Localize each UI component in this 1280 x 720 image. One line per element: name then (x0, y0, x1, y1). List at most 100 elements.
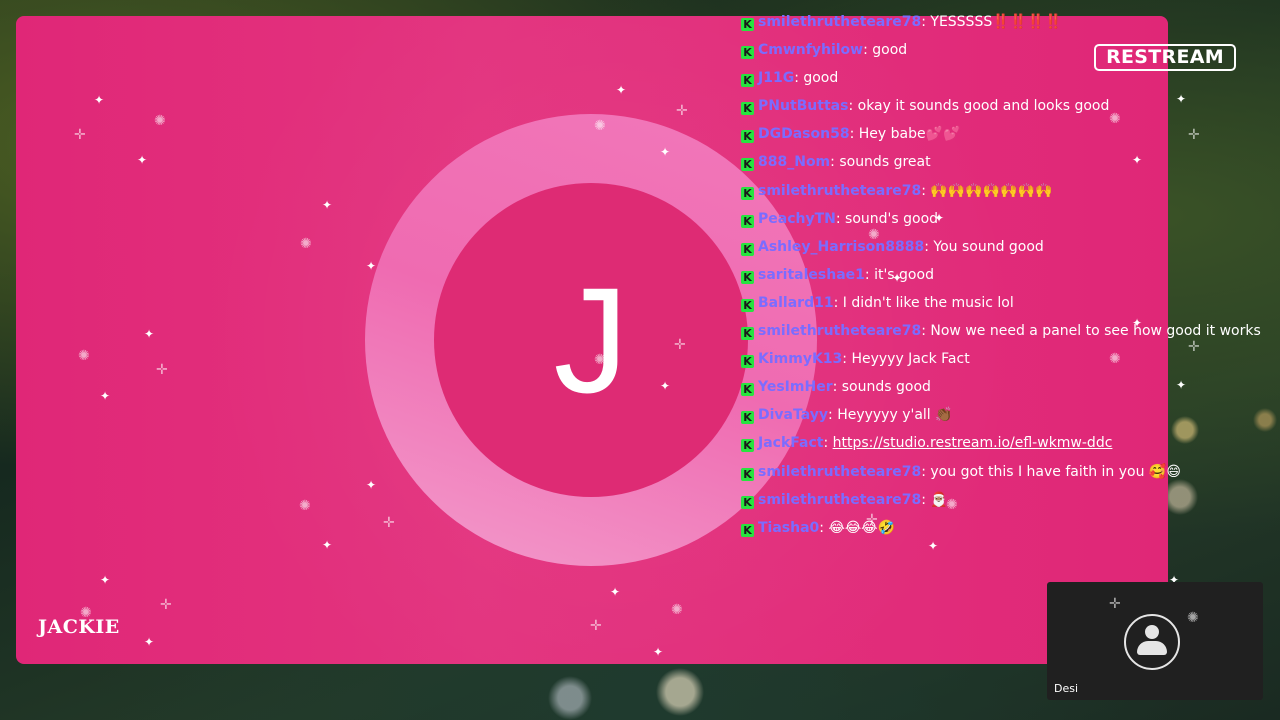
chat-username: saritaleshae1 (758, 266, 865, 283)
chat-username: Cmwnfyhilow (758, 42, 864, 59)
chat-message: Ksmilethrutheteare78: you got this I hav… (741, 458, 1271, 486)
chat-username: J11G (758, 70, 795, 87)
kick-icon: K (741, 242, 754, 256)
chat-message: K Ballard11: I didn't like the music lol (741, 289, 1271, 317)
user-avatar-icon (1124, 614, 1180, 670)
kick-icon: K (741, 186, 754, 200)
chat-username: smilethrutheteare78 (758, 323, 922, 340)
chat-message: K KimmyK13: Heyyyy Jack Fact (741, 345, 1271, 373)
sparkle-icon: ✦ (144, 635, 155, 649)
kick-icon: K (741, 214, 754, 228)
host-name-label: JACKIE (38, 616, 120, 638)
chat-message: K DGDason58: Hey babe💕💕 (741, 120, 1271, 148)
chat-message: K Tiasha0: 😂😂😂🤣 (741, 514, 1271, 542)
chat-text: good (872, 42, 908, 59)
chat-text: Heyyyy Jack Fact (851, 351, 970, 368)
chat-username: 888_Nom (758, 154, 831, 171)
chat-message: K DivaTayy: Heyyyyy y'all 👏🏾 (741, 401, 1271, 429)
guest-name-label: Desi (1054, 682, 1079, 695)
kick-icon: K (741, 130, 754, 144)
chat-username: Ballard11 (758, 294, 834, 311)
chat-text: Heyyyyy y'all 👏🏾 (837, 407, 953, 424)
kick-icon: K (741, 270, 754, 284)
sparkle-icon: ✦ (100, 573, 111, 587)
chat-message: Ksmilethrutheteare78: Now we need a pane… (741, 317, 1271, 345)
chat-text: Hey babe💕💕 (858, 126, 961, 143)
kick-icon: K (741, 495, 754, 509)
sparkle-icon: ✛ (74, 126, 86, 142)
sparkle-icon: ✺ (300, 235, 312, 251)
chat-text: 🙌🙌🙌🙌🙌🙌🙌 (930, 182, 1053, 199)
sparkle-icon: ✛ (156, 361, 168, 377)
chat-text: 😂😂😂🤣 (828, 519, 895, 536)
chat-text: good (803, 70, 839, 87)
sparkle-icon: ✦ (137, 153, 148, 167)
kick-icon: K (741, 355, 754, 369)
kick-icon: K (741, 102, 754, 116)
sparkle-icon: ✺ (299, 497, 311, 513)
guest-camera-tile[interactable]: ✛ ✺ Desi (1047, 582, 1263, 700)
chat-message: Ksaritaleshae1: it's good (741, 261, 1271, 289)
chat-text: sound's good (845, 210, 939, 227)
sparkle-icon: ✦ (610, 585, 621, 599)
chat-message: K J11G: good (741, 64, 1271, 92)
chat-text: sounds great (839, 154, 931, 171)
chat-username: smilethrutheteare78 (758, 491, 922, 508)
sparkle-icon: ✛ (1109, 595, 1121, 611)
sparkle-icon: ✦ (366, 478, 377, 492)
sparkle-icon: ✺ (1187, 609, 1199, 625)
chat-message: Ksmilethrutheteare78: 🙌🙌🙌🙌🙌🙌🙌 (741, 177, 1271, 205)
chat-username: Tiasha0 (758, 519, 820, 536)
chat-username: JackFact (758, 435, 824, 452)
kick-icon: K (741, 439, 754, 453)
chat-username: smilethrutheteare78 (758, 463, 922, 480)
chat-text: YESSSSS‼️‼️‼️‼️ (930, 14, 1062, 30)
kick-icon: K (741, 46, 754, 60)
sparkle-icon: ✦ (94, 93, 105, 107)
sparkle-icon: ✛ (676, 102, 688, 118)
host-avatar-initial: J (553, 256, 629, 424)
chat-username: DGDason58 (758, 126, 850, 143)
chat-text: it's good (874, 266, 934, 283)
kick-icon: K (741, 298, 754, 312)
sparkle-icon: ✺ (154, 112, 166, 128)
sparkle-icon: ✺ (78, 347, 90, 363)
chat-overlay: Ksmilethrutheteare78: YESSSSS‼️‼️‼️‼️ K Cm… (741, 8, 1271, 542)
chat-text: You sound good (933, 238, 1044, 255)
kick-icon: K (741, 411, 754, 425)
sparkle-icon: ✦ (144, 327, 155, 341)
chat-username: smilethrutheteare78 (758, 14, 922, 30)
chat-username: Ashley_Harrison8888 (758, 238, 925, 255)
chat-message: Ksmilethrutheteare78: YESSSSS‼️‼️‼️‼️ (741, 8, 1271, 36)
sparkle-icon: ✦ (616, 83, 627, 97)
sparkle-icon: ✛ (590, 617, 602, 633)
chat-username: smilethrutheteare78 (758, 182, 922, 199)
chat-text: I didn't like the music lol (842, 294, 1014, 311)
sparkle-icon: ✛ (160, 596, 172, 612)
chat-username: PeachyTN (758, 210, 836, 227)
sparkle-icon: ✺ (671, 601, 683, 617)
chat-link[interactable]: https://studio.restream.io/efl-wkmw-ddc (833, 435, 1113, 451)
kick-icon: K (741, 158, 754, 172)
kick-icon: K (741, 383, 754, 397)
sparkle-icon: ✦ (653, 645, 664, 659)
chat-text: you got this I have faith in you 🥰😄 (930, 463, 1181, 480)
chat-message: Ksmilethrutheteare78: 🎅🏽 (741, 486, 1271, 514)
sparkle-icon: ✦ (322, 198, 333, 212)
kick-icon: K (741, 18, 754, 31)
sparkle-icon: ✦ (322, 538, 333, 552)
chat-message: K JackFact: https://studio.restream.io/ef… (741, 429, 1271, 457)
chat-username: DivaTayy (758, 407, 829, 424)
chat-text: 🎅🏽 (930, 491, 948, 508)
chat-message: K PNutButtas: okay it sounds good and loo… (741, 92, 1271, 120)
kick-icon: K (741, 327, 754, 341)
sparkle-icon: ✦ (366, 259, 377, 273)
sparkle-icon: ✦ (100, 389, 111, 403)
chat-text: okay it sounds good and looks good (857, 98, 1110, 115)
chat-message: K Ashley_Harrison8888: You sound good (741, 233, 1271, 261)
chat-message: K PeachyTN: sound's good (741, 205, 1271, 233)
sparkle-icon: ✦ (928, 539, 939, 553)
chat-message: K 888_Nom: sounds great (741, 148, 1271, 176)
chat-text: sounds good (841, 379, 931, 396)
chat-text: Now we need a panel to see how good it w… (930, 323, 1261, 340)
